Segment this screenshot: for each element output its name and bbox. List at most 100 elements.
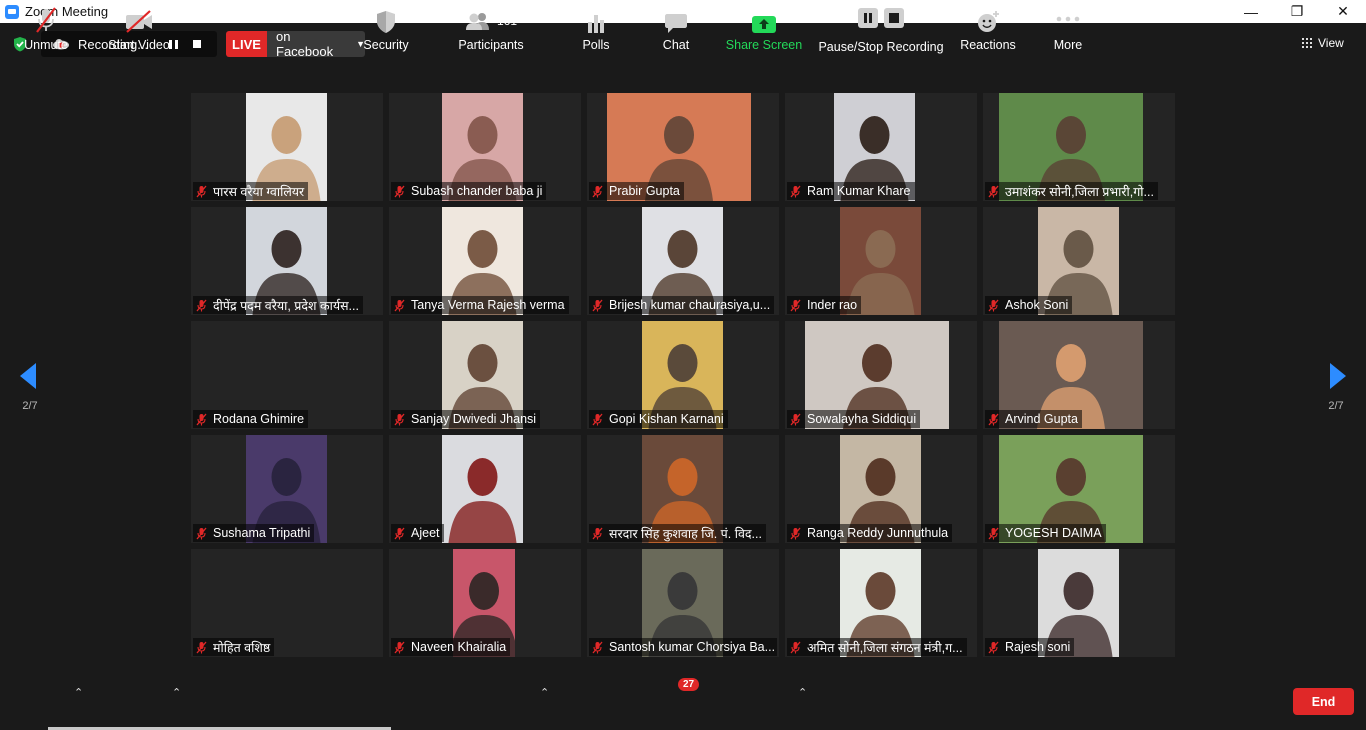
security-button[interactable]: Security xyxy=(360,0,412,57)
participant-tile[interactable]: Tanya Verma Rajesh verma xyxy=(389,207,581,315)
participant-name-tag: Sanjay Dwivedi Jhansi xyxy=(391,410,541,428)
participant-name: अमित सोनी,जिला संगठन मंत्री,ग... xyxy=(807,640,963,655)
reactions-label: Reactions xyxy=(960,38,1016,52)
participant-name: Rodana Ghimire xyxy=(213,412,305,426)
participant-tile[interactable]: Sowalayha Siddiqui xyxy=(785,321,977,429)
polls-button[interactable]: Polls xyxy=(575,0,617,57)
minimize-button[interactable]: — xyxy=(1228,0,1274,23)
muted-microphone-icon xyxy=(196,641,207,653)
more-dots-icon xyxy=(1056,16,1080,22)
muted-microphone-icon xyxy=(592,413,603,425)
participant-tile[interactable]: Prabir Gupta xyxy=(587,93,779,201)
more-button[interactable]: More xyxy=(1048,0,1088,57)
muted-microphone-icon xyxy=(592,299,603,311)
participant-name: Ashok Soni xyxy=(1005,298,1069,312)
participant-tile[interactable]: Sushama Tripathi xyxy=(191,435,383,543)
muted-microphone-icon xyxy=(988,299,999,311)
participant-tile[interactable]: Rodana Ghimire xyxy=(191,321,383,429)
participant-tile[interactable]: Subash chander baba ji xyxy=(389,93,581,201)
previous-page-arrow-icon[interactable] xyxy=(18,362,38,390)
participant-name-tag: Ram Kumar Khare xyxy=(787,182,915,200)
gallery-grid: पारस वरैया ग्वालियर Subash chander baba j… xyxy=(191,93,1175,657)
participant-name-tag: दीपेंद्र पदम वरैया, प्रदेश कार्यस... xyxy=(193,296,363,314)
start-video-button[interactable]: Start Video xyxy=(105,0,173,57)
participant-name-tag: Ranga Reddy Junnuthula xyxy=(787,524,953,542)
muted-microphone-icon xyxy=(394,413,405,425)
participant-tile[interactable]: YOGESH DAIMA xyxy=(983,435,1175,543)
chat-button[interactable]: Chat xyxy=(656,0,696,57)
participant-name-tag: Naveen Khairalia xyxy=(391,638,511,656)
participant-name-tag: Santosh kumar Chorsiya Ba... xyxy=(589,638,777,656)
participant-tile[interactable]: Arvind Gupta xyxy=(983,321,1175,429)
muted-microphone-icon xyxy=(592,185,603,197)
participant-name: YOGESH DAIMA xyxy=(1005,526,1102,540)
next-page-arrow-icon[interactable] xyxy=(1328,362,1348,390)
pause-stop-recording-button[interactable]: Pause/Stop Recording xyxy=(818,0,944,57)
participant-name: Ranga Reddy Junnuthula xyxy=(807,526,949,540)
muted-microphone-icon xyxy=(394,641,405,653)
participant-tile[interactable]: Ranga Reddy Junnuthula xyxy=(785,435,977,543)
participant-tile[interactable]: सरदार सिंह कुशवाह जि. पं. विद... xyxy=(587,435,779,543)
view-button[interactable]: View xyxy=(1302,31,1360,55)
participants-options-caret-icon[interactable]: ⌃ xyxy=(540,686,549,699)
unmute-label: Unmute xyxy=(24,38,68,52)
unmute-button[interactable]: Unmute xyxy=(20,0,72,57)
audio-options-caret-icon[interactable]: ⌃ xyxy=(74,686,83,699)
reactions-smiley-icon xyxy=(978,11,999,32)
end-meeting-button[interactable]: End xyxy=(1293,688,1354,715)
participant-name-tag: Sowalayha Siddiqui xyxy=(787,410,921,428)
participant-tile[interactable]: Ashok Soni xyxy=(983,207,1175,315)
participant-tile[interactable]: Gopi Kishan Karnani xyxy=(587,321,779,429)
participant-tile[interactable]: पारस वरैया ग्वालियर xyxy=(191,93,383,201)
participant-tile[interactable]: Sanjay Dwivedi Jhansi xyxy=(389,321,581,429)
muted-microphone-icon xyxy=(592,527,603,539)
muted-microphone-icon xyxy=(988,527,999,539)
restore-button[interactable]: ❐ xyxy=(1274,0,1320,23)
participant-name-tag: Brijesh kumar chaurasiya,u... xyxy=(589,296,775,314)
chat-label: Chat xyxy=(662,38,690,52)
participant-tile[interactable]: Santosh kumar Chorsiya Ba... xyxy=(587,549,779,657)
participant-name: Naveen Khairalia xyxy=(411,640,507,654)
participant-tile[interactable]: Inder rao xyxy=(785,207,977,315)
chat-unread-badge: 27 xyxy=(678,678,700,691)
participant-name-tag: Rajesh soni xyxy=(985,638,1075,656)
participant-name: Sushama Tripathi xyxy=(213,526,311,540)
participant-name: उमाशंकर सोनी,जिला प्रभारी,गो... xyxy=(1005,184,1154,199)
participant-silhouette-icon xyxy=(448,458,517,543)
participant-name: Gopi Kishan Karnani xyxy=(609,412,724,426)
participant-name-tag: Ajeet xyxy=(391,524,444,542)
participant-tile[interactable]: Ajeet xyxy=(389,435,581,543)
participant-name-tag: Ashok Soni xyxy=(985,296,1073,314)
live-destination-label: on Facebook xyxy=(276,29,334,59)
participant-tile[interactable]: अमित सोनी,जिला संगठन मंत्री,ग... xyxy=(785,549,977,657)
close-button[interactable]: ✕ xyxy=(1320,0,1366,23)
participant-tile[interactable]: Ram Kumar Khare xyxy=(785,93,977,201)
live-badge: LIVE xyxy=(226,31,267,57)
participant-tile[interactable]: दीपेंद्र पदम वरैया, प्रदेश कार्यस... xyxy=(191,207,383,315)
share-screen-button[interactable]: Share Screen xyxy=(726,0,802,57)
muted-microphone-icon xyxy=(988,641,999,653)
participant-tile[interactable]: Brijesh kumar chaurasiya,u... xyxy=(587,207,779,315)
stop-recording-button[interactable] xyxy=(193,40,201,48)
share-screen-icon xyxy=(752,16,776,33)
muted-microphone-icon xyxy=(36,7,56,33)
muted-microphone-icon xyxy=(592,641,603,653)
share-options-caret-icon[interactable]: ⌃ xyxy=(798,686,807,699)
live-destination-dropdown[interactable]: on Facebook ▼ xyxy=(267,29,365,59)
participant-tile[interactable]: Rajesh soni xyxy=(983,549,1175,657)
participant-tile[interactable]: मोहित वशिष्ठ xyxy=(191,549,383,657)
muted-microphone-icon xyxy=(196,185,207,197)
participant-tile[interactable]: उमाशंकर सोनी,जिला प्रभारी,गो... xyxy=(983,93,1175,201)
muted-microphone-icon xyxy=(790,527,801,539)
muted-microphone-icon xyxy=(196,527,207,539)
participant-name-tag: पारस वरैया ग्वालियर xyxy=(193,182,309,200)
reactions-button[interactable]: Reactions xyxy=(960,0,1016,57)
participants-button[interactable]: 161 Participants xyxy=(455,0,527,57)
participant-name-tag: उमाशंकर सोनी,जिला प्रभारी,गो... xyxy=(985,182,1158,200)
participant-name: दीपेंद्र पदम वरैया, प्रदेश कार्यस... xyxy=(213,298,359,313)
security-label: Security xyxy=(363,38,409,52)
video-options-caret-icon[interactable]: ⌃ xyxy=(172,686,181,699)
participant-tile[interactable]: Naveen Khairalia xyxy=(389,549,581,657)
page-indicator-right: 2/7 xyxy=(1328,400,1344,412)
participant-name-tag: मोहित वशिष्ठ xyxy=(193,638,275,656)
